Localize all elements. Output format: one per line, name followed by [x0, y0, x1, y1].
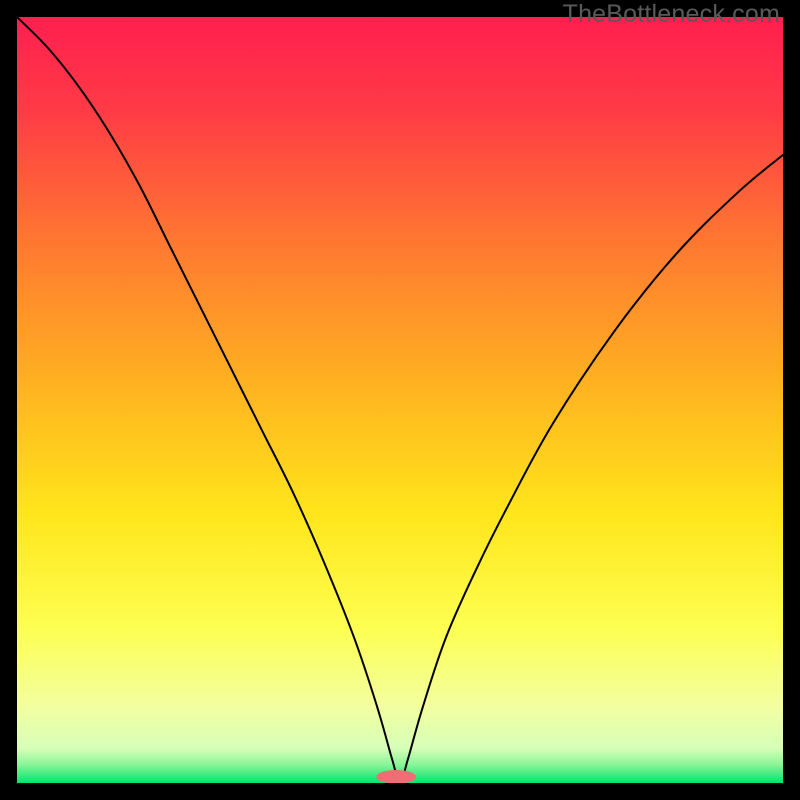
chart-frame: TheBottleneck.com: [0, 0, 800, 800]
gradient-background: [17, 17, 783, 783]
bottleneck-chart: [17, 17, 783, 783]
watermark-text: TheBottleneck.com: [563, 0, 780, 29]
plot-area: [17, 17, 783, 783]
